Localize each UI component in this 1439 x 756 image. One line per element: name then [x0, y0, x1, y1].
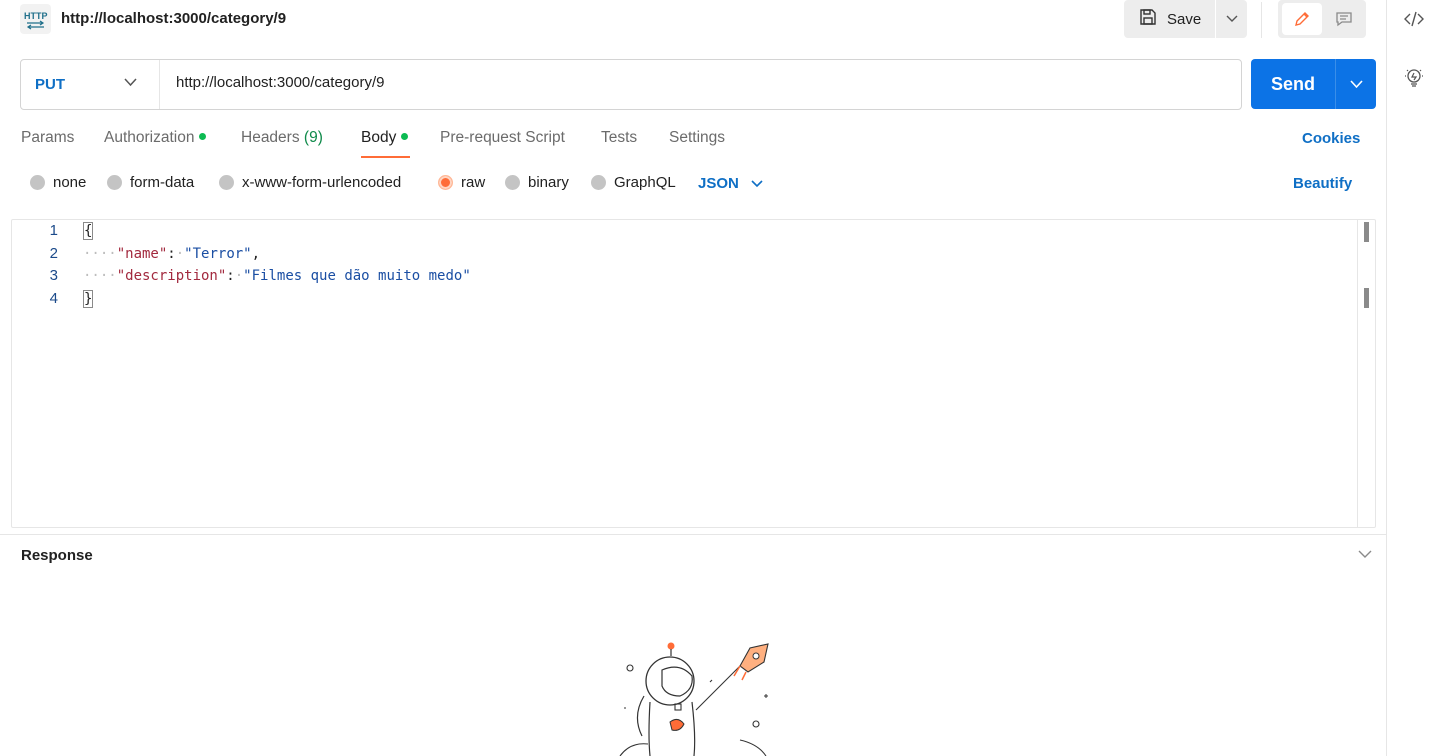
request-title[interactable]: http://localhost:3000/category/9 [61, 10, 286, 27]
code-line: 2 ····"name":·"Terror", [12, 243, 1352, 265]
save-icon [1139, 8, 1157, 30]
pencil-icon [1295, 12, 1309, 26]
radio-circle [107, 175, 122, 190]
svg-text:HTTP: HTTP [24, 11, 48, 21]
url-bar: PUT [20, 59, 1242, 110]
radio-circle [591, 175, 606, 190]
tab-headers[interactable]: Headers (9) [241, 129, 323, 159]
tab-settings[interactable]: Settings [669, 129, 725, 159]
radio-circle-selected [438, 175, 453, 190]
json-value: "Filmes que dão muito medo" [243, 268, 471, 284]
status-dot [401, 133, 409, 140]
tab-authorization[interactable]: Authorization [104, 129, 207, 159]
save-label: Save [1167, 10, 1202, 28]
divider [0, 534, 1386, 535]
method-select[interactable]: PUT [21, 60, 160, 109]
radio-circle [219, 175, 234, 190]
divider [1261, 2, 1262, 38]
mode-switch [1278, 0, 1366, 38]
lightbulb-icon[interactable] [1404, 68, 1424, 88]
chevron-down-icon [751, 179, 763, 187]
save-options-button[interactable] [1216, 0, 1247, 38]
line-number: 2 [49, 245, 58, 262]
send-group: Send [1251, 59, 1376, 109]
http-icon: HTTP [20, 4, 51, 34]
edit-mode-button[interactable] [1282, 3, 1322, 35]
save-button[interactable]: Save [1124, 0, 1215, 38]
radio-none[interactable]: none [30, 174, 86, 191]
radio-graphql[interactable]: GraphQL [591, 174, 676, 191]
json-key: "name" [116, 246, 168, 262]
chevron-down-icon[interactable] [1358, 549, 1372, 559]
line-number: 3 [49, 267, 58, 284]
chevron-down-icon [1349, 79, 1363, 88]
active-tab-indicator [361, 156, 410, 158]
astronaut-illustration [619, 642, 769, 756]
chevron-down-icon [124, 78, 137, 87]
tab-tests[interactable]: Tests [601, 129, 637, 159]
line-number: 1 [49, 222, 58, 239]
send-options-button[interactable] [1335, 59, 1376, 109]
radio-circle [505, 175, 520, 190]
save-group: Save [1124, 0, 1247, 38]
request-header: HTTP http://localhost:3000/category/9 Sa… [0, 0, 1386, 40]
scrollbar-marker [1364, 288, 1369, 308]
json-key: "description" [116, 268, 227, 284]
close-brace: } [83, 290, 94, 308]
editor-scrollbar[interactable] [1357, 220, 1376, 527]
line-number: 4 [49, 290, 58, 307]
url-input[interactable] [176, 74, 1176, 91]
radio-circle [30, 175, 45, 190]
json-value: "Terror" [184, 246, 252, 262]
code-line: 3 ····"description":·"Filmes que dão mui… [12, 265, 1352, 287]
format-label: JSON [698, 175, 739, 192]
tab-pre-request-script[interactable]: Pre-request Script [440, 129, 565, 159]
method-label: PUT [35, 76, 65, 93]
radio-x-www-form-urlencoded[interactable]: x-www-form-urlencoded [219, 174, 401, 191]
scrollbar-thumb[interactable] [1364, 222, 1369, 242]
open-brace: { [83, 222, 94, 240]
comments-button[interactable] [1324, 3, 1364, 35]
code-icon[interactable] [1404, 9, 1424, 29]
radio-raw[interactable]: raw [438, 174, 485, 191]
status-dot [199, 133, 207, 140]
chevron-down-icon [1226, 15, 1237, 22]
code-editor[interactable]: 1 { 2 ····"name":·"Terror", 3 ····"descr… [11, 219, 1376, 528]
send-button[interactable]: Send [1251, 59, 1335, 109]
cookies-link[interactable]: Cookies [1302, 130, 1360, 147]
radio-form-data[interactable]: form-data [107, 174, 194, 191]
tab-params[interactable]: Params [21, 129, 74, 159]
radio-binary[interactable]: binary [505, 174, 569, 191]
beautify-button[interactable]: Beautify [1293, 175, 1352, 192]
response-title: Response [21, 547, 93, 564]
code-line: 4 } [12, 288, 1352, 310]
comment-icon [1336, 12, 1352, 27]
right-sidebar [1386, 0, 1439, 756]
tab-body[interactable]: Body [361, 129, 410, 159]
format-select[interactable]: JSON [698, 175, 763, 192]
code-line: 1 { [12, 220, 1352, 242]
